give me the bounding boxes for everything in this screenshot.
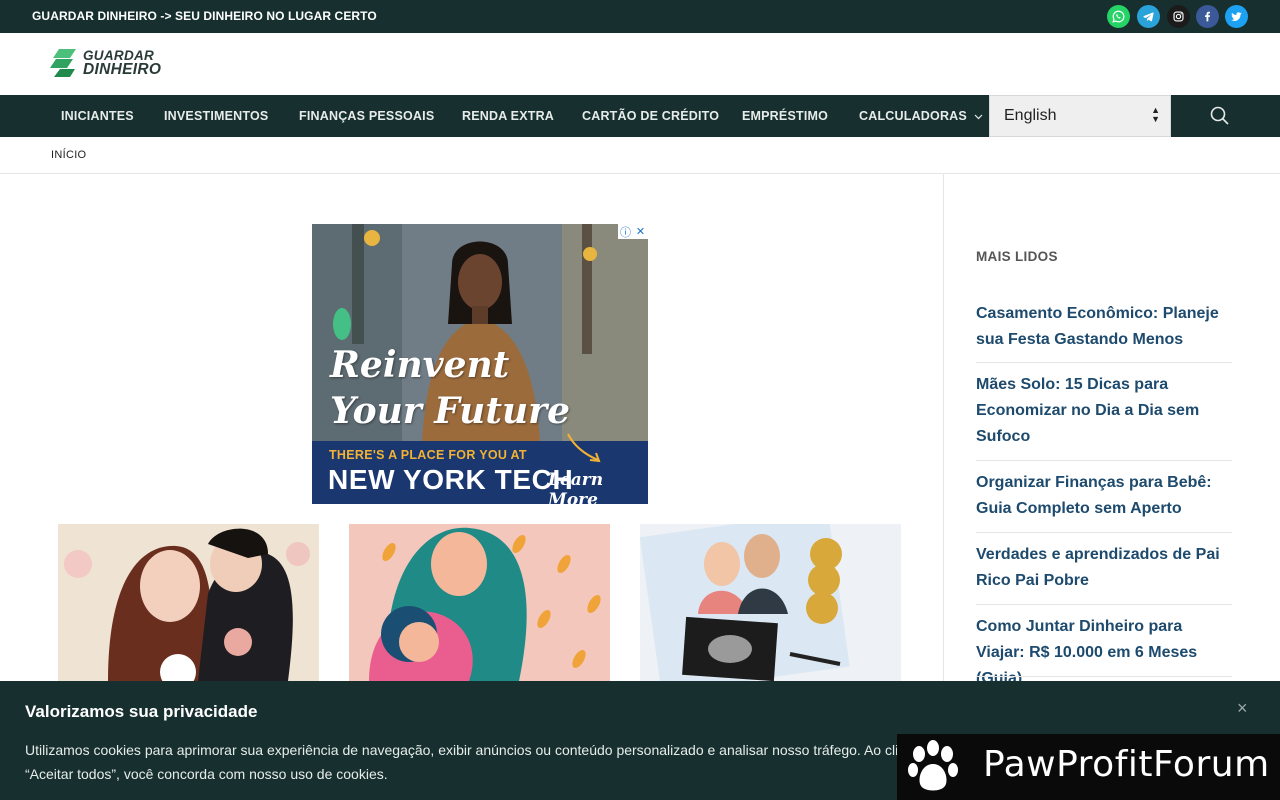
sidebar-title: MAIS LIDOS: [976, 249, 1058, 264]
article-thumbnail-baby[interactable]: [640, 524, 901, 681]
site-header: GUARDAR DINHEIRO: [0, 33, 1280, 95]
ad-banner[interactable]: Reinvent Your Future THERE'S A PLACE FOR…: [312, 224, 648, 504]
chevron-down-icon: [974, 114, 983, 120]
watermark-banner: PawProfitForum: [897, 734, 1280, 800]
nav-item-calculadoras[interactable]: CALCULADORAS: [859, 109, 983, 123]
ad-tagline: THERE'S A PLACE FOR YOU AT: [329, 448, 527, 462]
ad-info-icon[interactable]: ⓘ: [618, 224, 633, 239]
mother-child-image: [349, 524, 610, 681]
select-arrows-icon: ▲ ▼: [1151, 105, 1160, 124]
cookie-text: Utilizamos cookies para aprimorar sua ex…: [25, 738, 905, 786]
article-thumbnail-wedding[interactable]: [58, 524, 319, 681]
sidebar-divider-line: [976, 676, 1232, 677]
nav-item-calculadoras-label: CALCULADORAS: [859, 109, 967, 123]
nav-item-investimentos[interactable]: INVESTIMENTOS: [164, 109, 268, 123]
site-tagline: GUARDAR DINHEIRO -> SEU DINHEIRO NO LUGA…: [32, 9, 377, 23]
ad-close-icon[interactable]: ✕: [633, 224, 648, 239]
article-thumbnail-mother[interactable]: [349, 524, 610, 681]
sidebar-item[interactable]: Casamento Econômico: Planeje sua Festa G…: [976, 301, 1232, 353]
breadcrumb: INÍCIO: [0, 137, 1280, 174]
facebook-icon[interactable]: [1196, 5, 1219, 28]
whatsapp-icon[interactable]: [1107, 5, 1130, 28]
ad-cta[interactable]: Learn More: [548, 470, 648, 504]
couple-ultrasound-image: [640, 524, 901, 681]
sidebar-item[interactable]: Verdades e aprendizados de Pai Rico Pai …: [976, 542, 1232, 594]
ad-headline-1: Reinvent: [330, 344, 510, 386]
ad-headline-2: Your Future: [330, 390, 571, 432]
nav-item-financas-pessoais[interactable]: FINANÇAS PESSOAIS: [299, 109, 434, 123]
watermark-text: PawProfitForum: [983, 744, 1270, 785]
search-icon[interactable]: [1208, 104, 1232, 128]
language-select[interactable]: English ▲ ▼: [989, 95, 1171, 137]
logo-mark-icon: [50, 49, 76, 77]
sidebar-divider-line: [976, 362, 1232, 363]
telegram-icon[interactable]: [1137, 5, 1160, 28]
breadcrumb-home[interactable]: INÍCIO: [51, 149, 86, 161]
cookie-text-line1: Utilizamos cookies para aprimorar sua ex…: [25, 742, 899, 758]
sidebar-item[interactable]: Mães Solo: 15 Dicas para Economizar no D…: [976, 372, 1232, 450]
nav-item-emprestimo[interactable]: EMPRÉSTIMO: [742, 109, 828, 123]
sidebar-divider-line: [976, 460, 1232, 461]
site-logo[interactable]: GUARDAR DINHEIRO: [50, 48, 161, 78]
logo-text-line2: DINHEIRO: [83, 61, 162, 78]
top-bar: GUARDAR DINHEIRO -> SEU DINHEIRO NO LUGA…: [0, 0, 1280, 33]
paw-icon: [908, 740, 958, 791]
ad-brand: NEW YORK TECH: [328, 464, 574, 495]
language-select-value: English: [1004, 107, 1057, 124]
nav-item-renda-extra[interactable]: RENDA EXTRA: [462, 109, 554, 123]
cookie-text-line2: “Aceitar todos”, você concorda com nosso…: [25, 766, 388, 782]
sidebar-item[interactable]: Organizar Finanças para Bebê: Guia Compl…: [976, 470, 1232, 522]
ad-choices[interactable]: ⓘ ✕: [618, 224, 648, 239]
ad-arrow-icon: [567, 433, 601, 463]
sidebar-divider-line: [976, 532, 1232, 533]
instagram-icon[interactable]: [1167, 5, 1190, 28]
twitter-icon[interactable]: [1225, 5, 1248, 28]
cookie-title: Valorizamos sua privacidade: [25, 702, 258, 721]
wedding-couple-image: [58, 524, 319, 681]
sidebar-divider-line: [976, 604, 1232, 605]
sidebar-divider: [943, 174, 944, 694]
nav-item-iniciantes[interactable]: INICIANTES: [61, 109, 134, 123]
close-icon[interactable]: ×: [1237, 698, 1248, 719]
nav-item-cartao-de-credito[interactable]: CARTÃO DE CRÉDITO: [582, 109, 719, 123]
